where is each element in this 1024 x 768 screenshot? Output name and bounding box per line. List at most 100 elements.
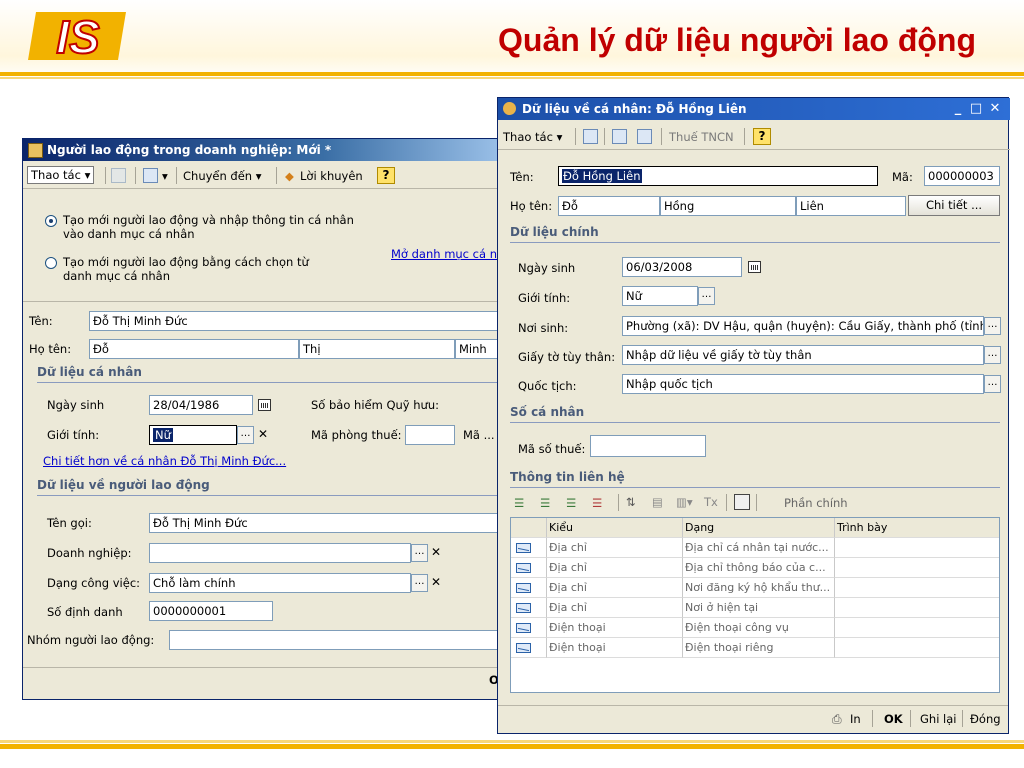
person-icon: [503, 102, 516, 115]
worktype-picker-button[interactable]: …: [411, 574, 428, 592]
company-clear-icon[interactable]: ✕: [428, 543, 444, 561]
birthplace-input[interactable]: Phường (xã): DV Hậu, quận (huyện): Cầu G…: [622, 316, 984, 336]
nationality-picker-button[interactable]: …: [984, 375, 1001, 393]
refresh-icon[interactable]: [637, 129, 652, 144]
worktype-input[interactable]: Chỗ làm chính: [149, 573, 411, 593]
dob-input[interactable]: 06/03/2008: [622, 257, 742, 277]
main-part-button[interactable]: Phần chính: [784, 496, 848, 510]
gender-input[interactable]: Nữ: [149, 425, 237, 445]
idpaper-picker-button[interactable]: …: [984, 346, 1001, 364]
close-dialog-button[interactable]: Đóng: [970, 712, 1001, 726]
calendar-icon[interactable]: [258, 399, 271, 411]
ok-button[interactable]: OK: [884, 712, 903, 726]
fullname-label: Họ tên:: [29, 342, 72, 356]
first-name-input[interactable]: Liên: [796, 196, 906, 216]
edit-main-icon[interactable]: [734, 494, 750, 510]
table-row[interactable]: Điện thoại Điện thoại công vụ: [511, 618, 999, 638]
goto-menu[interactable]: Chuyển đến ▾: [183, 169, 262, 183]
contact-display: [835, 538, 999, 558]
advice-button[interactable]: Lời khuyên: [300, 169, 363, 183]
insert-contact-icon[interactable]: ☰: [540, 496, 550, 510]
column-header-type[interactable]: Kiểu: [547, 518, 683, 538]
tax-office-input[interactable]: [405, 425, 455, 445]
table-row[interactable]: Địa chỉ Địa chỉ thông báo của c...: [511, 558, 999, 578]
open-catalog-link[interactable]: Mở danh mục cá n: [391, 247, 497, 261]
maximize-button[interactable]: □: [968, 98, 984, 120]
personal-tax-button[interactable]: Thuế TNCN: [669, 130, 734, 144]
fullname-label: Họ tên:: [510, 199, 553, 213]
callname-input[interactable]: Đỗ Thị Minh Đức: [149, 513, 523, 533]
back-icon[interactable]: [583, 129, 598, 144]
paste-icon[interactable]: ▥▾: [676, 495, 693, 509]
table-row[interactable]: Điện thoại Điện thoại riêng: [511, 638, 999, 658]
footer-stripe-yellow: [0, 744, 1024, 749]
company-picker-button[interactable]: …: [411, 544, 428, 562]
delete-contact-icon[interactable]: ☰: [592, 496, 602, 510]
table-row[interactable]: Địa chỉ Nơi đăng ký hộ khẩu thư...: [511, 578, 999, 598]
footer-stripe-light: [0, 740, 1024, 743]
contact-form: Điện thoại riêng: [683, 638, 835, 658]
contact-type: Địa chỉ: [547, 578, 683, 598]
refresh-dropdown-icon[interactable]: ▾: [162, 169, 168, 183]
save-button[interactable]: Ghi lại: [920, 712, 957, 726]
name-input[interactable]: Đỗ Thị Minh Đức: [89, 311, 523, 331]
printer-icon[interactable]: ⎙: [832, 712, 842, 727]
gender-picker-button[interactable]: …: [237, 426, 254, 444]
print-button[interactable]: In: [850, 712, 861, 726]
gender-clear-icon[interactable]: ✕: [255, 425, 271, 443]
group-input[interactable]: [169, 630, 523, 650]
gender-input[interactable]: Nữ: [622, 286, 698, 306]
nationality-input[interactable]: Nhập quốc tịch: [622, 374, 984, 394]
remove-contact-icon[interactable]: ☰: [566, 496, 576, 510]
middle-name-input[interactable]: Thị: [299, 339, 455, 359]
id-number-input[interactable]: 0000000001: [149, 601, 273, 621]
table-row[interactable]: Địa chỉ Nơi ở hiện tại: [511, 598, 999, 618]
copy-icon[interactable]: ▤: [652, 495, 663, 509]
envelope-icon: [516, 563, 531, 573]
group-label: Nhóm người lao động:: [27, 633, 155, 647]
add-contact-icon[interactable]: ☰: [514, 496, 524, 510]
detail-button[interactable]: Chi tiết ...: [908, 195, 1000, 216]
idpaper-input[interactable]: Nhập dữ liệu về giấy tờ tùy thân: [622, 345, 984, 365]
help-button[interactable]: ?: [377, 167, 395, 184]
radio-create-new-label: Tạo mới người lao động và nhập thông tin…: [63, 213, 354, 241]
sort-icon[interactable]: ⇅: [626, 495, 636, 509]
middle-name-input[interactable]: Hồng: [660, 196, 796, 216]
last-name-input[interactable]: Đỗ: [558, 196, 660, 216]
gender-picker-button[interactable]: …: [698, 287, 715, 305]
company-input[interactable]: [149, 543, 411, 563]
calendar-icon[interactable]: [748, 261, 761, 273]
actions-menu[interactable]: Thao tác ▾: [27, 166, 95, 184]
radio-select-from-catalog[interactable]: [45, 257, 57, 269]
clear-format-icon[interactable]: Tx: [704, 495, 718, 509]
header-stripe-yellow: [0, 72, 1024, 76]
last-name-input[interactable]: Đỗ: [89, 339, 299, 359]
table-row[interactable]: Địa chỉ Địa chỉ cá nhân tại nước...: [511, 538, 999, 558]
back-icon[interactable]: [111, 168, 126, 183]
employee-window-titlebar[interactable]: Người lao động trong doanh nghiệp: Mới *: [23, 139, 523, 161]
code-input[interactable]: 000000003: [924, 166, 1000, 186]
minimize-button[interactable]: _: [950, 98, 966, 120]
dob-input[interactable]: 28/04/1986: [149, 395, 253, 415]
slide-title: Quản lý dữ liệu người lao động: [498, 22, 976, 58]
birthplace-picker-button[interactable]: …: [984, 317, 1001, 335]
person-window-titlebar[interactable]: Dữ liệu về cá nhân: Đỗ Hồng Liên _ □ ✕: [498, 98, 1010, 120]
actions-menu[interactable]: Thao tác ▾: [503, 130, 562, 144]
envelope-icon: [516, 543, 531, 553]
name-input[interactable]: Đỗ Hồng Liên: [558, 166, 878, 186]
help-button[interactable]: ?: [753, 128, 771, 145]
worktype-clear-icon[interactable]: ✕: [428, 573, 444, 591]
refresh-icon[interactable]: [143, 168, 158, 183]
sync-icon[interactable]: [612, 129, 627, 144]
radio-create-new[interactable]: [45, 215, 57, 227]
column-header-form[interactable]: Dạng: [683, 518, 835, 538]
contact-display: [835, 638, 999, 658]
column-header-display[interactable]: Trình bày: [835, 518, 999, 538]
name-label: Tên:: [29, 314, 53, 328]
personal-detail-link[interactable]: Chi tiết hơn về cá nhân Đỗ Thị Minh Đức.…: [43, 454, 286, 468]
taxcode-input[interactable]: [590, 435, 706, 457]
close-button[interactable]: ✕: [987, 98, 1003, 120]
idpaper-label: Giấy tờ tùy thân:: [518, 350, 616, 364]
contact-display: [835, 598, 999, 618]
gender-label: Giới tính:: [47, 428, 100, 442]
